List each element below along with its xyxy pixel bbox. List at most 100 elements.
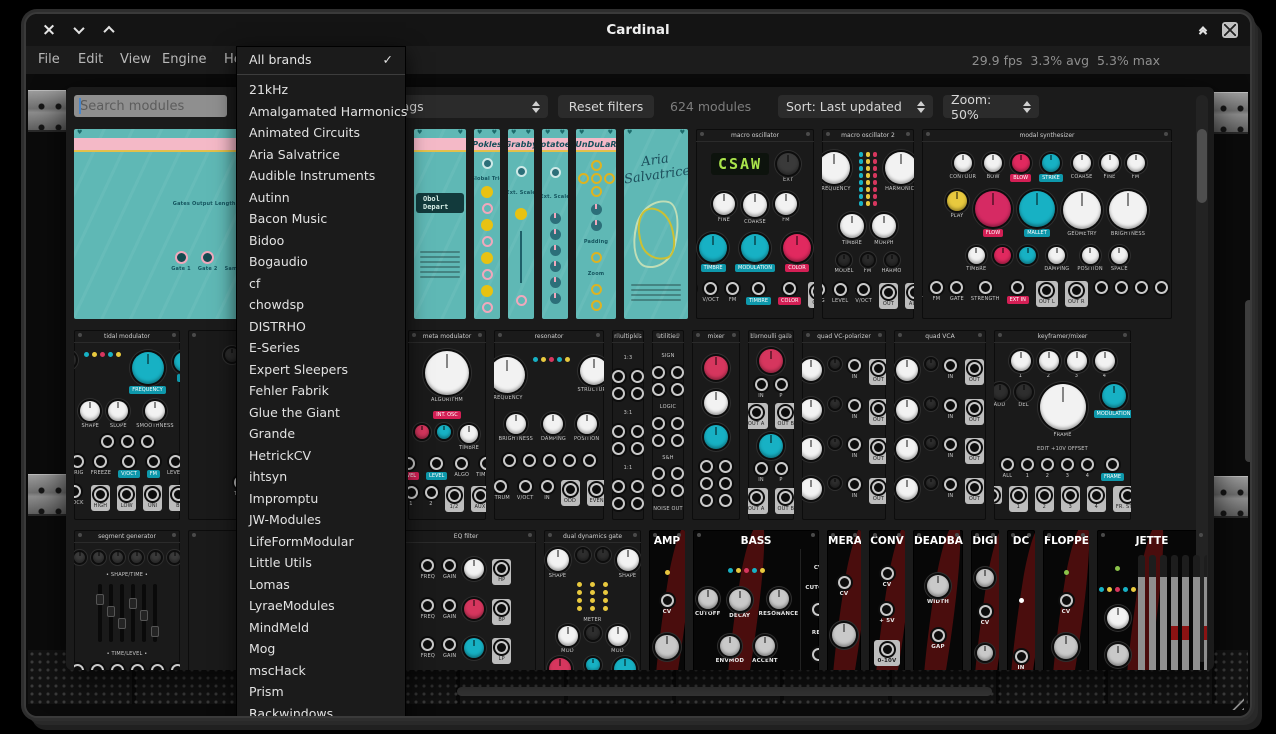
module-card[interactable]: macro oscillator 2FREQUENCYHARMONICSTIMB… bbox=[822, 129, 914, 319]
module-card[interactable]: DIGICVANALOG bbox=[971, 530, 999, 670]
module-body: FREQUENCYFMSHAPESLOPESMOOTHNESSTRIGFREEZ… bbox=[74, 343, 180, 520]
menu-view[interactable]: View bbox=[120, 52, 151, 67]
menu-file[interactable]: File bbox=[38, 52, 60, 67]
module-card[interactable]: ♥♥UnDuLaRPaddingZoom bbox=[576, 129, 616, 319]
brand-menu-item[interactable]: Aria Salvatrice bbox=[237, 144, 405, 166]
brand-menu-item[interactable]: LifeFormModular bbox=[237, 531, 405, 553]
brand-menu-item[interactable]: MindMeld bbox=[237, 617, 405, 639]
browser-scroll-thumb[interactable] bbox=[1197, 129, 1207, 203]
brand-menu-item-selected[interactable]: All brands✓ bbox=[237, 47, 405, 71]
jack-wrap bbox=[612, 425, 625, 438]
brand-menu-item[interactable]: DISTRHO bbox=[237, 316, 405, 338]
brand-menu-item[interactable]: Bacon Music bbox=[237, 208, 405, 230]
jack-port bbox=[719, 494, 732, 507]
module-card[interactable]: meta modulatorALGORITHMINT. OSCTIMBRELEV… bbox=[408, 330, 486, 520]
brand-menu-item[interactable]: Expert Sleepers bbox=[237, 359, 405, 381]
jack-wrap bbox=[719, 494, 732, 507]
slider-track[interactable] bbox=[131, 584, 135, 642]
knob bbox=[1111, 247, 1128, 264]
module-card[interactable]: AMPCVIN bbox=[649, 530, 685, 670]
slider-track[interactable] bbox=[142, 584, 146, 642]
module-card[interactable]: JETTEV/OCT bbox=[1097, 530, 1207, 670]
brand-menu-item[interactable]: Grande bbox=[237, 423, 405, 445]
collapse-button[interactable] bbox=[1194, 21, 1212, 39]
module-card[interactable]: FLOPPERCVININ bbox=[1043, 530, 1089, 670]
module-card[interactable]: modal synthesizerCONTOURBOWBLOWSTRIKECOA… bbox=[922, 129, 1172, 319]
brand-menu-item[interactable]: Animated Circuits bbox=[237, 122, 405, 144]
brand-menu-item[interactable]: Glue the Giant bbox=[237, 402, 405, 424]
jack-port bbox=[822, 283, 825, 296]
brand-menu-item[interactable]: Autinn bbox=[237, 187, 405, 209]
sort-dropdown[interactable]: Sort: Last updated bbox=[778, 95, 933, 118]
knob-row bbox=[694, 425, 738, 449]
module-card[interactable]: dual dynamics gateSHAPESHAPEMETERMODMODL… bbox=[544, 530, 641, 670]
brand-menu-item[interactable]: Amalgamated Harmonics bbox=[237, 101, 405, 123]
module-card[interactable]: keyframer/mixer1234ADDDELFRAMEMODULATION… bbox=[994, 330, 1131, 520]
module-card[interactable]: ♥♥Obol Depart bbox=[414, 129, 466, 319]
brand-menu-item[interactable]: cf bbox=[237, 273, 405, 295]
slider-track[interactable] bbox=[120, 584, 124, 642]
module-card[interactable]: multiples1:33:11:1 bbox=[612, 330, 644, 520]
menu-edit[interactable]: Edit bbox=[78, 52, 103, 67]
brand-menu-item[interactable]: Mog bbox=[237, 638, 405, 660]
brand-menu-item[interactable]: LyraeModules bbox=[237, 595, 405, 617]
zoom-dropdown[interactable]: Zoom: 50% bbox=[943, 95, 1039, 118]
knob bbox=[968, 247, 985, 264]
module-card[interactable]: CONVCV+ 5V0-10V0-10V bbox=[869, 530, 905, 670]
module-card[interactable]: DEADBANDWIDTHGAP bbox=[913, 530, 963, 670]
module-card[interactable]: tidal modulatorFREQUENCYFMSHAPESLOPESMOO… bbox=[74, 330, 180, 520]
tags-dropdown[interactable]: Tags bbox=[388, 95, 548, 118]
brand-menu-item[interactable]: E-Series bbox=[237, 337, 405, 359]
module-card[interactable]: ♥♥Aria Salvatrice bbox=[624, 129, 688, 319]
vertical-scrollbar[interactable] bbox=[1245, 300, 1252, 462]
module-card[interactable]: ♥♥RotatoesExt. Scale bbox=[542, 129, 568, 319]
slider-thumb[interactable] bbox=[129, 598, 137, 609]
brand-menu-item[interactable]: Lomas bbox=[237, 574, 405, 596]
module-card[interactable]: BASSCUTOFFDECAYRESONANCEENVMODACCENTACCE… bbox=[693, 530, 819, 670]
brand-menu-item[interactable]: Audible Instruments bbox=[237, 165, 405, 187]
brand-menu-item[interactable]: Rackwindows bbox=[237, 703, 405, 719]
brand-menu-item[interactable]: mscHack bbox=[237, 660, 405, 682]
module-card[interactable]: segment generator• SHAPE/TIME •• TIME/LE… bbox=[74, 530, 180, 670]
menu-engine[interactable]: Engine bbox=[162, 52, 207, 67]
slider-track[interactable] bbox=[98, 584, 102, 642]
brand-menu-item[interactable]: Bidoo bbox=[237, 230, 405, 252]
module-card[interactable]: MERACVPRE bbox=[827, 530, 861, 670]
module-card[interactable]: quad VC-polarizerINOUTINOUTINOUTINOUT bbox=[802, 330, 886, 520]
search-input[interactable] bbox=[74, 96, 227, 118]
brand-menu-item[interactable]: Bogaudio bbox=[237, 251, 405, 273]
brand-menu-item[interactable]: Little Utils bbox=[237, 552, 405, 574]
slider-track[interactable] bbox=[153, 584, 157, 642]
brand-menu-item[interactable]: 21kHz bbox=[237, 79, 405, 101]
module-card[interactable]: quad VCAINOUTINOUTINOUTINOUT bbox=[894, 330, 986, 520]
module-card[interactable]: ♥♥GrabbyExt. Scale bbox=[508, 129, 534, 319]
slider-thumb[interactable] bbox=[96, 594, 104, 605]
slider-thumb[interactable] bbox=[151, 626, 159, 637]
module-card[interactable]: macro oscillatorCSAWEXTFINECOARSEFMTIMBR… bbox=[696, 129, 814, 319]
mini-knob bbox=[591, 173, 602, 184]
brand-menu-item[interactable]: chowdsp bbox=[237, 294, 405, 316]
module-card[interactable]: bernoulli gateINPOUT AOUT BINPOUT AOUT B bbox=[748, 330, 794, 520]
module-card[interactable]: DCIN bbox=[1007, 530, 1035, 670]
brand-menu-item[interactable]: Impromptu bbox=[237, 488, 405, 510]
slider-thumb[interactable] bbox=[107, 606, 115, 617]
brand-menu-item[interactable]: HetrickCV bbox=[237, 445, 405, 467]
module-card[interactable]: resonatorFREQUENCYSTRUCTUREBRIGHTNESSDAM… bbox=[494, 330, 604, 520]
brand-menu-item[interactable]: Prism bbox=[237, 681, 405, 703]
brand-menu-item[interactable]: ihtsyn bbox=[237, 466, 405, 488]
window-icon[interactable] bbox=[1222, 22, 1238, 38]
brand-menu-item[interactable]: JW-Modules bbox=[237, 509, 405, 531]
slider-thumb[interactable] bbox=[140, 610, 148, 621]
brand-menu-item[interactable]: Fehler Fabrik bbox=[237, 380, 405, 402]
module-card[interactable]: utilitiesSIGNLOGICS&HNOISE OUT bbox=[652, 330, 684, 520]
knob-wrap: EXT bbox=[777, 153, 799, 183]
reset-filters-button[interactable]: Reset filters bbox=[558, 95, 654, 118]
module-card[interactable]: ♥♥PoklesGlobal Trig bbox=[474, 129, 500, 319]
module-body: SHAPESHAPEMETERMODMODLEVEL MODLEVEL MODE… bbox=[544, 543, 641, 670]
module-card[interactable]: mixer bbox=[692, 330, 740, 520]
slider-thumb[interactable] bbox=[118, 618, 126, 629]
slider-track[interactable] bbox=[109, 584, 113, 642]
module-card[interactable]: EQ filterFREQGAINHPFREQGAINBPFREQGAINLPF… bbox=[396, 530, 536, 670]
jack-port bbox=[494, 480, 507, 493]
horizontal-scrollbar[interactable] bbox=[457, 687, 992, 696]
